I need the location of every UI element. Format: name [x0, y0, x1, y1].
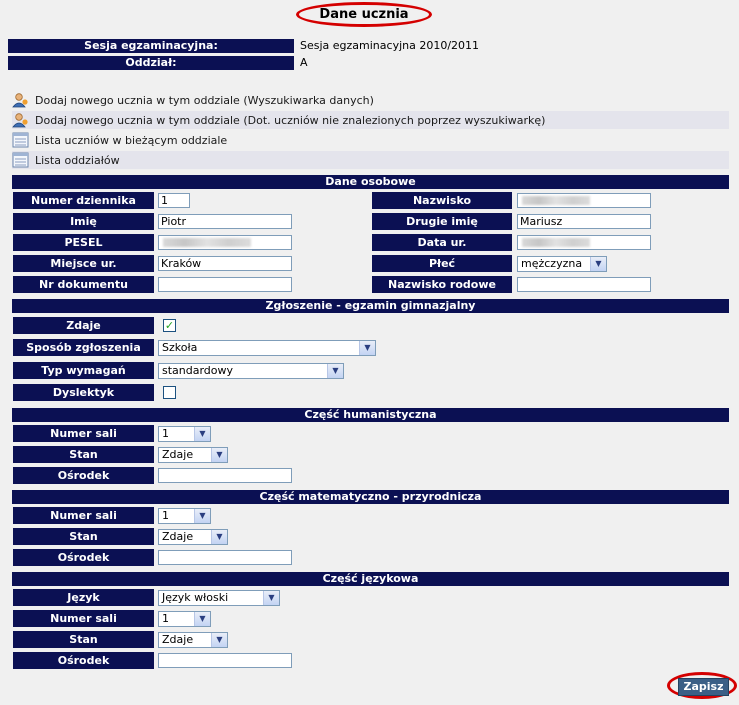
section-exam: Zgłoszenie - egzamin gimnazjalny	[12, 299, 729, 313]
lang-label: Język	[13, 589, 154, 606]
lang-status-select[interactable]: Zdaje ▼	[158, 632, 228, 648]
first-name-input[interactable]: Piotr	[158, 214, 292, 229]
method-select[interactable]: Szkoła ▼	[158, 340, 376, 356]
lang-select-value: Język włoski	[162, 591, 229, 604]
section-humanities: Część humanistyczna	[12, 408, 729, 422]
doc-number-input[interactable]	[158, 277, 292, 292]
add-user-icon	[12, 113, 28, 128]
chevron-down-icon: ▼	[263, 591, 279, 605]
hum-center-input[interactable]	[158, 468, 292, 483]
hum-room-select[interactable]: 1 ▼	[158, 426, 211, 442]
sex-select-value: mężczyzna	[521, 257, 583, 270]
hum-status-label: Stan	[13, 446, 154, 463]
takes-checkbox[interactable]: ✓	[163, 319, 176, 332]
link-label: Lista oddziałów	[35, 153, 120, 167]
chevron-down-icon: ▼	[359, 341, 375, 355]
lang-center-input[interactable]	[158, 653, 292, 668]
math-status-select[interactable]: Zdaje ▼	[158, 529, 228, 545]
chevron-down-icon: ▼	[194, 427, 210, 441]
log-number-label: Numer dziennika	[13, 192, 154, 209]
lang-status-label: Stan	[13, 631, 154, 648]
page-title: Dane ucznia	[296, 2, 432, 27]
list-icon	[12, 132, 29, 148]
first-name-label: Imię	[13, 213, 154, 230]
checkmark-icon: ✓	[164, 319, 175, 332]
list-icon	[12, 152, 29, 168]
dyslexic-checkbox[interactable]	[163, 386, 176, 399]
maiden-name-label: Nazwisko rodowe	[372, 276, 512, 293]
save-button[interactable]: Zapisz	[678, 678, 729, 696]
link-add-student-search[interactable]: Dodaj nowego ucznia w tym oddziale (Wysz…	[12, 91, 729, 109]
chevron-down-icon: ▼	[194, 612, 210, 626]
link-branch-list[interactable]: Lista oddziałów	[12, 151, 729, 169]
birthplace-label: Miejsce ur.	[13, 255, 154, 272]
math-status-value: Zdaje	[162, 530, 194, 543]
takes-label: Zdaje	[13, 317, 154, 334]
link-student-list[interactable]: Lista uczniów w bieżącym oddziale	[12, 131, 729, 149]
branch-row: Oddział: A	[8, 56, 308, 70]
req-label: Typ wymagań	[13, 362, 154, 379]
pesel-label: PESEL	[13, 234, 154, 251]
add-user-icon	[12, 93, 28, 108]
surname-label: Nazwisko	[372, 192, 512, 209]
hum-room-value: 1	[162, 427, 169, 440]
lang-select[interactable]: Język włoski ▼	[158, 590, 280, 606]
log-number-input[interactable]: 1	[158, 193, 190, 208]
hum-status-value: Zdaje	[162, 448, 194, 461]
sex-select[interactable]: mężczyzna ▼	[517, 256, 607, 272]
math-room-select[interactable]: 1 ▼	[158, 508, 211, 524]
hum-status-select[interactable]: Zdaje ▼	[158, 447, 228, 463]
method-label: Sposób zgłoszenia	[13, 339, 154, 356]
method-select-value: Szkoła	[162, 341, 198, 354]
chevron-down-icon: ▼	[211, 530, 227, 544]
math-room-label: Numer sali	[13, 507, 154, 524]
chevron-down-icon: ▼	[211, 448, 227, 462]
hum-room-label: Numer sali	[13, 425, 154, 442]
section-language: Część językowa	[12, 572, 729, 586]
second-name-label: Drugie imię	[372, 213, 512, 230]
session-value: Sesja egzaminacyjna 2010/2011	[300, 39, 480, 52]
chevron-down-icon: ▼	[194, 509, 210, 523]
surname-input[interactable]	[517, 193, 651, 208]
chevron-down-icon: ▼	[590, 257, 606, 271]
chevron-down-icon: ▼	[211, 633, 227, 647]
birth-date-label: Data ur.	[372, 234, 512, 251]
link-label: Dodaj nowego ucznia w tym oddziale (Wysz…	[35, 93, 374, 107]
birth-date-input[interactable]	[517, 235, 651, 250]
branch-value: A	[300, 56, 308, 69]
math-center-input[interactable]	[158, 550, 292, 565]
pesel-input[interactable]	[158, 235, 292, 250]
link-label: Lista uczniów w bieżącym oddziale	[35, 133, 228, 147]
lang-room-select[interactable]: 1 ▼	[158, 611, 211, 627]
branch-label: Oddział:	[8, 56, 294, 70]
lang-center-label: Ośrodek	[13, 652, 154, 669]
session-label: Sesja egzaminacyjna:	[8, 39, 294, 53]
link-add-student-manual[interactable]: Dodaj nowego ucznia w tym oddziale (Dot.…	[12, 111, 729, 129]
chevron-down-icon: ▼	[327, 364, 343, 378]
req-select[interactable]: standardowy ▼	[158, 363, 344, 379]
dyslexic-label: Dyslektyk	[13, 384, 154, 401]
lang-status-value: Zdaje	[162, 633, 194, 646]
lang-room-label: Numer sali	[13, 610, 154, 627]
link-label: Dodaj nowego ucznia w tym oddziale (Dot.…	[35, 113, 546, 127]
lang-room-value: 1	[162, 612, 169, 625]
session-row: Sesja egzaminacyjna: Sesja egzaminacyjna…	[8, 39, 479, 53]
second-name-input[interactable]: Mariusz	[517, 214, 651, 229]
section-personal: Dane osobowe	[12, 175, 729, 189]
maiden-name-input[interactable]	[517, 277, 651, 292]
doc-number-label: Nr dokumentu	[13, 276, 154, 293]
math-center-label: Ośrodek	[13, 549, 154, 566]
math-room-value: 1	[162, 509, 169, 522]
math-status-label: Stan	[13, 528, 154, 545]
req-select-value: standardowy	[162, 364, 234, 377]
sex-label: Płeć	[372, 255, 512, 272]
birthplace-input[interactable]: Kraków	[158, 256, 292, 271]
hum-center-label: Ośrodek	[13, 467, 154, 484]
section-math: Część matematyczno - przyrodnicza	[12, 490, 729, 504]
